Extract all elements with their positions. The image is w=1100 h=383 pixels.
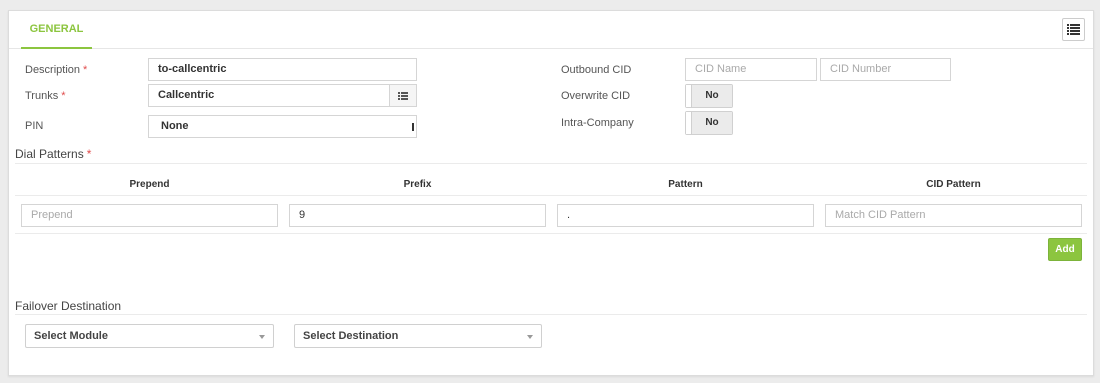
tab-bar: GENERAL bbox=[9, 11, 1093, 49]
toggle-state: No bbox=[692, 85, 732, 107]
description-label: Description * bbox=[25, 64, 88, 76]
tab-general[interactable]: GENERAL bbox=[21, 11, 92, 49]
column-header-prefix: Prefix bbox=[403, 179, 432, 190]
outbound-cid-label: Outbound CID bbox=[561, 64, 632, 76]
chevron-down-icon bbox=[527, 335, 533, 339]
column-header-cid-pattern: CID Pattern bbox=[926, 179, 981, 190]
select-destination-value: Select Destination bbox=[303, 330, 399, 342]
dropdown-caret-icon bbox=[412, 123, 414, 131]
description-input[interactable]: to-callcentric bbox=[148, 58, 417, 81]
divider bbox=[15, 195, 1087, 196]
select-destination-dropdown[interactable]: Select Destination bbox=[294, 324, 542, 348]
column-header-prepend: Prepend bbox=[129, 179, 170, 190]
failover-destination-title: Failover Destination bbox=[15, 299, 122, 313]
list-icon bbox=[1067, 24, 1080, 35]
divider bbox=[15, 163, 1087, 164]
pin-select[interactable]: None bbox=[148, 115, 417, 138]
prepend-input[interactable]: Prepend bbox=[21, 204, 278, 227]
trunk-settings-panel: GENERAL Description * to-callcentric Trun… bbox=[8, 10, 1094, 376]
pin-value: None bbox=[161, 120, 189, 132]
overwrite-cid-toggle[interactable]: No bbox=[685, 84, 733, 108]
overwrite-cid-label: Overwrite CID bbox=[561, 90, 631, 102]
divider bbox=[15, 233, 1087, 234]
chevron-down-icon bbox=[259, 335, 265, 339]
cid-number-input[interactable]: CID Number bbox=[820, 58, 951, 81]
intra-company-toggle[interactable]: No bbox=[685, 111, 733, 135]
cid-pattern-input[interactable]: Match CID Pattern bbox=[825, 204, 1082, 227]
dial-patterns-title: Dial Patterns * bbox=[15, 147, 92, 161]
pattern-input[interactable]: . bbox=[557, 204, 814, 227]
divider bbox=[15, 314, 1087, 315]
list-icon bbox=[398, 91, 408, 100]
list-view-button[interactable] bbox=[1062, 18, 1085, 41]
cid-name-input[interactable]: CID Name bbox=[685, 58, 817, 81]
pin-label: PIN bbox=[25, 120, 44, 132]
select-module-dropdown[interactable]: Select Module bbox=[25, 324, 274, 348]
intra-company-label: Intra-Company bbox=[561, 117, 634, 129]
select-module-value: Select Module bbox=[34, 330, 108, 342]
trunks-list-button[interactable] bbox=[389, 85, 416, 106]
column-header-pattern: Pattern bbox=[668, 179, 703, 190]
prefix-input[interactable]: 9 bbox=[289, 204, 546, 227]
add-pattern-button[interactable]: Add bbox=[1048, 238, 1082, 261]
trunks-input[interactable]: Callcentric bbox=[148, 84, 417, 107]
trunks-label: Trunks * bbox=[25, 90, 66, 102]
toggle-state: No bbox=[692, 112, 732, 134]
trunks-value: Callcentric bbox=[158, 89, 215, 101]
